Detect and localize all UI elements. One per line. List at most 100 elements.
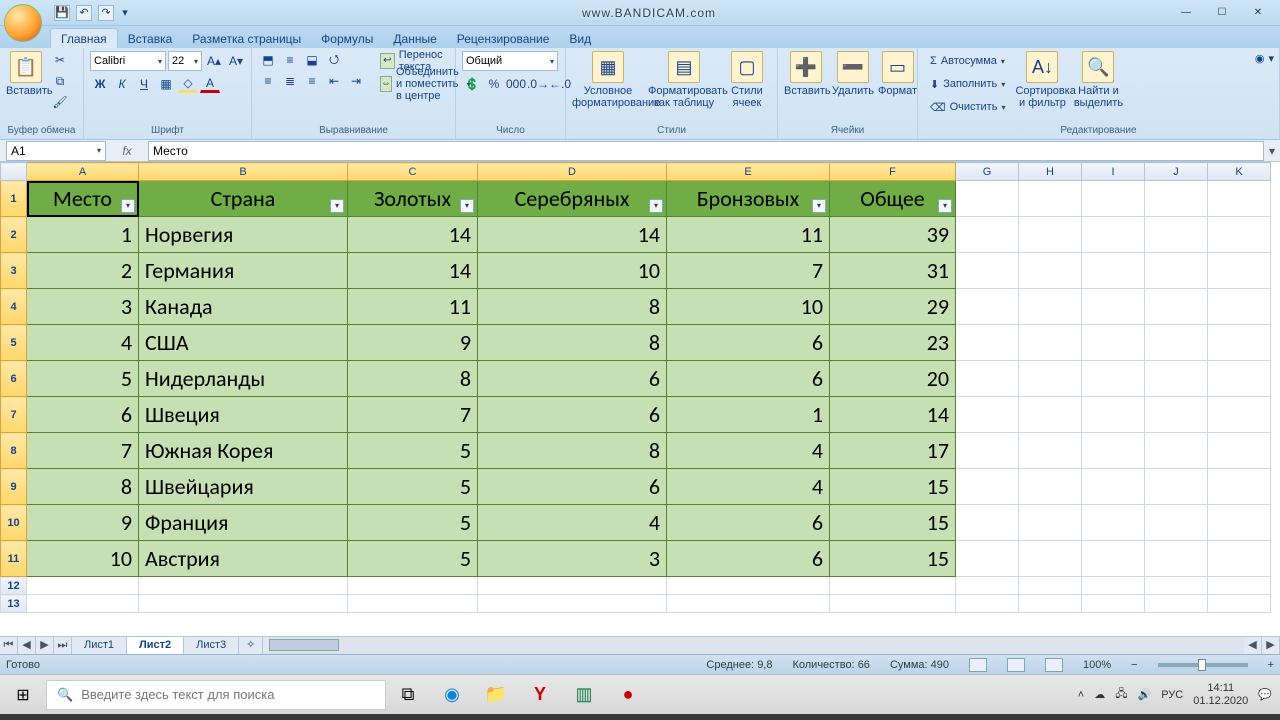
insert-cells-button[interactable]: ➕Вставить [784, 51, 828, 97]
column-header[interactable]: A [27, 163, 139, 181]
maximize-button[interactable]: ☐ [1204, 4, 1240, 22]
increase-indent-icon[interactable]: ⇥ [346, 72, 366, 90]
empty-cell[interactable] [956, 361, 1019, 397]
page-break-view-icon[interactable] [1045, 658, 1063, 672]
row-header[interactable]: 4 [1, 289, 27, 325]
cell-total[interactable]: 14 [830, 397, 956, 433]
cell-country[interactable]: Германия [139, 253, 348, 289]
format-as-table-button[interactable]: ▤Форматировать как таблицу [648, 51, 720, 109]
zoom-slider[interactable] [1158, 663, 1248, 667]
empty-cell[interactable] [1145, 433, 1208, 469]
font-name-combo[interactable]: Calibri▾ [90, 51, 166, 71]
zoom-out-icon[interactable]: − [1131, 659, 1137, 671]
cell-place[interactable]: 7 [27, 433, 139, 469]
autosum-button[interactable]: ΣАвтосумма▾ [924, 51, 1011, 71]
cell-bronze[interactable]: 6 [667, 325, 830, 361]
qat-dropdown-icon[interactable]: ▾ [120, 5, 130, 21]
sheet-tab[interactable]: Лист2 [127, 637, 184, 654]
column-header[interactable]: E [667, 163, 830, 181]
comma-icon[interactable]: 000 [506, 75, 526, 93]
cell-silver[interactable]: 8 [478, 433, 667, 469]
empty-cell[interactable] [1082, 541, 1145, 577]
align-bottom-icon[interactable]: ⬓ [302, 51, 322, 69]
record-icon[interactable]: ● [606, 675, 650, 715]
sheet-tab[interactable]: Лист1 [72, 637, 127, 654]
empty-cell[interactable] [1208, 217, 1271, 253]
cell-gold[interactable]: 5 [348, 433, 478, 469]
cell-country[interactable]: Южная Корея [139, 433, 348, 469]
column-header[interactable]: F [830, 163, 956, 181]
cell-bronze[interactable]: 4 [667, 433, 830, 469]
empty-cell[interactable] [1145, 253, 1208, 289]
row-header[interactable]: 2 [1, 217, 27, 253]
task-view-icon[interactable]: ⧉ [386, 675, 430, 715]
new-sheet-icon[interactable]: ✧ [239, 637, 263, 654]
row-header[interactable]: 9 [1, 469, 27, 505]
close-button[interactable]: ✕ [1240, 4, 1276, 22]
empty-cell[interactable] [1082, 505, 1145, 541]
column-header[interactable]: J [1145, 163, 1208, 181]
empty-cell[interactable] [1019, 577, 1082, 595]
yandex-icon[interactable]: Y [518, 675, 562, 715]
row-header[interactable]: 11 [1, 541, 27, 577]
filter-dropdown-icon[interactable]: ▾ [330, 199, 344, 213]
bold-button[interactable]: Ж [90, 75, 110, 93]
empty-cell[interactable] [1082, 397, 1145, 433]
table-header-cell[interactable]: Общее▾ [830, 181, 956, 217]
empty-cell[interactable] [1082, 217, 1145, 253]
empty-cell[interactable] [1145, 325, 1208, 361]
conditional-formatting-button[interactable]: ▦Условное форматирование [572, 51, 644, 109]
zoom-in-icon[interactable]: + [1268, 659, 1274, 671]
fx-icon[interactable]: fx [106, 144, 148, 158]
row-header[interactable]: 12 [1, 577, 27, 595]
table-header-cell[interactable]: Золотых▾ [348, 181, 478, 217]
empty-cell[interactable] [956, 433, 1019, 469]
underline-button[interactable]: Ч [134, 75, 154, 93]
cell-bronze[interactable]: 11 [667, 217, 830, 253]
save-icon[interactable]: 💾 [54, 5, 70, 21]
cell-country[interactable]: Швейцария [139, 469, 348, 505]
decrease-indent-icon[interactable]: ⇤ [324, 72, 344, 90]
empty-cell[interactable] [1208, 469, 1271, 505]
explorer-icon[interactable]: 📁 [474, 675, 518, 715]
tab-review[interactable]: Рецензирование [447, 29, 560, 48]
filter-dropdown-icon[interactable]: ▾ [460, 199, 474, 213]
cut-icon[interactable]: ✂ [50, 51, 70, 69]
cell-silver[interactable]: 4 [478, 505, 667, 541]
cell-bronze[interactable]: 6 [667, 505, 830, 541]
empty-cell[interactable] [1145, 181, 1208, 217]
row-header[interactable]: 8 [1, 433, 27, 469]
cell-country[interactable]: Франция [139, 505, 348, 541]
empty-cell[interactable] [1145, 397, 1208, 433]
help-icon[interactable]: ◉ [1255, 52, 1265, 65]
select-all-corner[interactable] [1, 163, 27, 181]
table-header-cell[interactable]: Бронзовых▾ [667, 181, 830, 217]
number-format-combo[interactable]: Общий▾ [462, 51, 558, 71]
align-top-icon[interactable]: ⬒ [258, 51, 278, 69]
empty-cell[interactable] [1208, 325, 1271, 361]
name-box[interactable]: A1▾ [6, 141, 106, 161]
tray-notifications-icon[interactable]: 💬 [1258, 688, 1272, 701]
empty-cell[interactable] [1082, 433, 1145, 469]
row-header[interactable]: 10 [1, 505, 27, 541]
taskbar-search-input[interactable]: 🔍 Введите здесь текст для поиска [46, 680, 386, 710]
empty-cell[interactable] [1019, 181, 1082, 217]
cell-bronze[interactable]: 1 [667, 397, 830, 433]
border-icon[interactable]: ▦ [156, 75, 176, 93]
tab-data[interactable]: Данные [383, 29, 446, 48]
delete-cells-button[interactable]: ➖Удалить [832, 51, 874, 97]
page-layout-view-icon[interactable] [1007, 658, 1025, 672]
column-header[interactable]: C [348, 163, 478, 181]
cell-total[interactable]: 39 [830, 217, 956, 253]
table-header-cell[interactable]: Серебряных▾ [478, 181, 667, 217]
scroll-right-icon[interactable]: ▶ [1262, 637, 1280, 654]
excel-icon[interactable]: ▥ [562, 675, 606, 715]
cell-country[interactable]: Австрия [139, 541, 348, 577]
table-header-cell[interactable]: Место▾ [27, 181, 139, 217]
tab-view[interactable]: Вид [559, 29, 601, 48]
empty-cell[interactable] [1208, 361, 1271, 397]
empty-cell[interactable] [1145, 577, 1208, 595]
empty-cell[interactable] [1208, 253, 1271, 289]
empty-cell[interactable] [1082, 253, 1145, 289]
empty-cell[interactable] [830, 595, 956, 613]
